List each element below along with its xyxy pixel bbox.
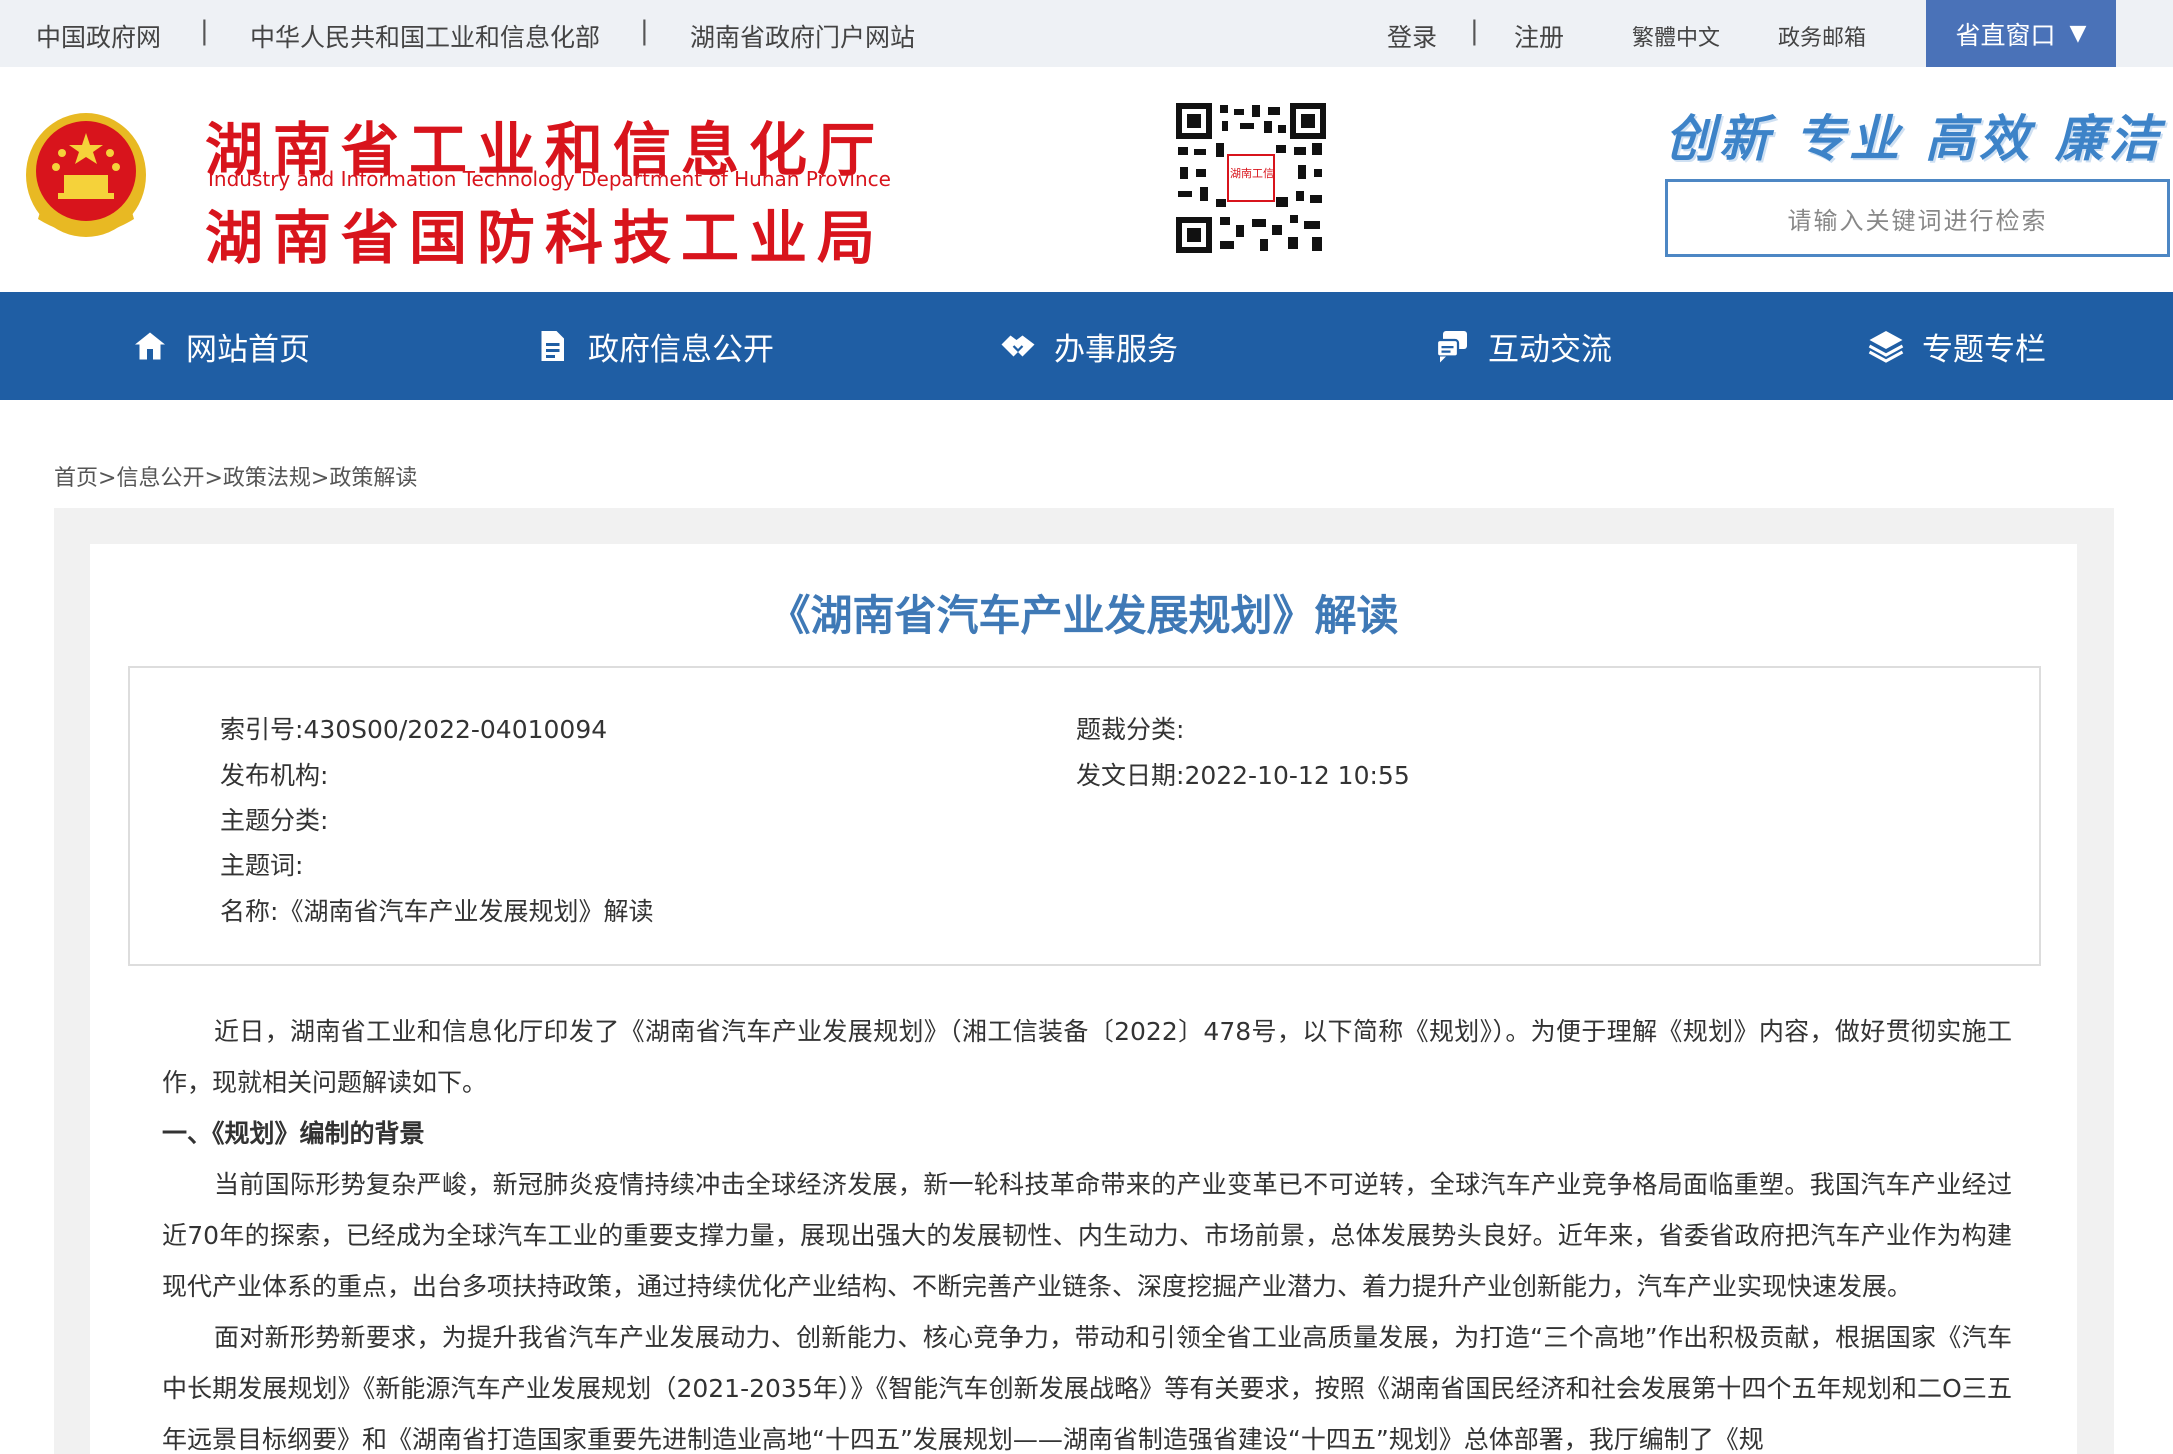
- nav-item-label: 办事服务: [1054, 331, 1178, 368]
- meta-name: 名称:《湖南省汽车产业发展规划》解读: [220, 892, 653, 928]
- meta-date-label: 发文日期:: [1076, 761, 1185, 790]
- main-nav: 网站首页 政府信息公开 办事服务 互动交流 专题专栏: [0, 292, 2173, 400]
- chat-icon: [1435, 331, 1467, 363]
- meta-publisher: 发布机构:: [220, 756, 328, 792]
- meta-date-value: 2022-10-12 10:55: [1184, 761, 1410, 790]
- nav-item-label: 专题专栏: [1922, 331, 2046, 368]
- slogan-word: 创新: [1665, 110, 1773, 168]
- meta-genre: 题裁分类:: [1076, 710, 1184, 746]
- nav-item-label: 互动交流: [1488, 331, 1612, 368]
- breadcrumb: 首页>信息公开>政策法规>政策解读: [54, 460, 417, 492]
- document-icon: [541, 331, 564, 361]
- link-miit[interactable]: 中华人民共和国工业和信息化部: [250, 18, 600, 54]
- site-title-en: Industry and Information Technology Depa…: [208, 167, 891, 191]
- nav-item-special[interactable]: 专题专栏: [1868, 292, 2046, 400]
- provincial-window-dropdown[interactable]: 省直窗口 ▼: [1926, 0, 2116, 67]
- nav-item-label: 政府信息公开: [588, 331, 774, 368]
- article-body: 近日，湖南省工业和信息化厅印发了《湖南省汽车产业发展规划》（湘工信装备〔2022…: [162, 1006, 2012, 1454]
- meta-index-label: 索引号:: [220, 715, 304, 744]
- slogan-word: 廉洁: [2055, 110, 2163, 168]
- meta-keyword: 主题词:: [220, 846, 303, 882]
- nav-item-interaction[interactable]: 互动交流: [1434, 292, 1612, 400]
- site-header: 湖南省工业和信息化厅 Industry and Information Tech…: [0, 67, 2173, 292]
- national-emblem-icon: [26, 113, 146, 237]
- breadcrumb-sep: >: [98, 466, 117, 491]
- nav-item-gov-info[interactable]: 政府信息公开: [534, 292, 774, 400]
- breadcrumb-item-interpret[interactable]: 政策解读: [329, 466, 417, 491]
- slogan: 创新 专业 高效 廉洁: [1665, 99, 2163, 171]
- meta-topic-label: 主题分类:: [220, 806, 329, 835]
- breadcrumb-sep: >: [204, 466, 223, 491]
- layers-icon: [1868, 331, 1904, 363]
- meta-topic: 主题分类:: [220, 801, 328, 837]
- article-paragraph: 面对新形势新要求，为提升我省汽车产业发展动力、创新能力、核心竞争力，带动和引领全…: [162, 1323, 2012, 1454]
- slogan-word: 高效: [1925, 110, 2033, 168]
- article-meta-box: 索引号:430S00/2022-04010094 题裁分类: 发布机构: 发文日…: [128, 666, 2041, 966]
- search-input[interactable]: 请输入关键词进行检索: [1665, 179, 2170, 257]
- meta-keyword-label: 主题词:: [220, 851, 304, 880]
- article-heading: 一、《规划》编制的背景: [162, 1119, 425, 1148]
- article-title: 《湖南省汽车产业发展规划》解读: [768, 591, 1399, 640]
- traditional-chinese-link[interactable]: 繁體中文: [1632, 20, 1720, 52]
- top-separator: |: [640, 16, 649, 46]
- breadcrumb-item-info[interactable]: 信息公开: [116, 466, 204, 491]
- site-title-line2: 湖南省国防科技工业局: [205, 204, 886, 272]
- nav-item-services[interactable]: 办事服务: [1000, 292, 1178, 400]
- search-placeholder: 请输入关键词进行检索: [1787, 206, 2048, 235]
- breadcrumb-sep: >: [310, 466, 330, 491]
- top-separator: |: [1470, 16, 1479, 46]
- meta-date: 发文日期:2022-10-12 10:55: [1076, 756, 1410, 792]
- link-hunan-gov[interactable]: 湖南省政府门户网站: [690, 18, 915, 54]
- home-icon: [135, 332, 165, 360]
- login-link[interactable]: 登录: [1387, 18, 1437, 54]
- provincial-window-label: 省直窗口: [1955, 20, 2056, 50]
- top-separator: |: [200, 16, 209, 46]
- article-paragraph: 当前国际形势复杂严峻，新冠肺炎疫情持续冲击全球经济发展，新一轮科技革命带来的产业…: [162, 1170, 2012, 1301]
- meta-publisher-label: 发布机构:: [220, 761, 329, 790]
- article-paragraph: 近日，湖南省工业和信息化厅印发了《湖南省汽车产业发展规划》（湘工信装备〔2022…: [162, 1017, 2012, 1097]
- top-bar: 中国政府网 | 中华人民共和国工业和信息化部 | 湖南省政府门户网站 登录 | …: [0, 0, 2173, 67]
- nav-item-label: 网站首页: [186, 331, 310, 368]
- handshake-icon: [1001, 335, 1035, 357]
- qr-center-label: 湖南工信: [1230, 167, 1274, 180]
- nav-item-home[interactable]: 网站首页: [132, 292, 310, 400]
- link-gov-cn[interactable]: 中国政府网: [36, 18, 161, 54]
- meta-genre-label: 题裁分类:: [1076, 715, 1185, 744]
- meta-name-value: 《湖南省汽车产业发展规划》解读: [278, 897, 654, 926]
- meta-index: 索引号:430S00/2022-04010094: [220, 710, 607, 746]
- gov-mail-link[interactable]: 政务邮箱: [1778, 20, 1866, 52]
- meta-index-value: 430S00/2022-04010094: [303, 715, 608, 744]
- register-link[interactable]: 注册: [1514, 18, 1564, 54]
- breadcrumb-item-home[interactable]: 首页: [54, 466, 98, 491]
- slogan-word: 专业: [1795, 110, 1903, 168]
- meta-name-label: 名称:: [220, 897, 279, 926]
- breadcrumb-item-policy[interactable]: 政策法规: [223, 466, 311, 491]
- caret-down-icon: ▼: [2069, 21, 2087, 46]
- article-card: 《湖南省汽车产业发展规划》解读 索引号:430S00/2022-04010094…: [90, 544, 2077, 1454]
